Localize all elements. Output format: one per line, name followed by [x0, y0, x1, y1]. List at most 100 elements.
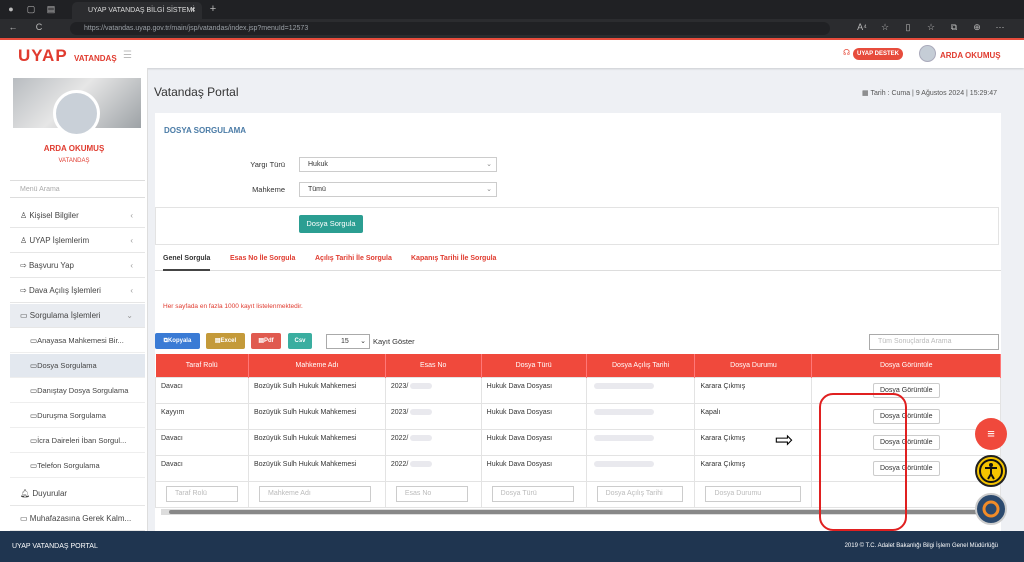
filter-taraf-input[interactable]: Taraf Rolü: [166, 486, 238, 502]
col-dosya-durumu[interactable]: Dosya Durumu: [694, 354, 813, 377]
chat-assistant-button[interactable]: [975, 493, 1007, 525]
col-taraf-rolu[interactable]: Taraf Rolü: [155, 354, 249, 377]
tab-kapanis-tarihi[interactable]: Kapanış Tarihi İle Sorgula: [411, 249, 496, 271]
sidebar-item-uyap[interactable]: ♙ UYAP İşlemlerim ‹: [10, 229, 145, 253]
sidebar-item-muhafaza[interactable]: ▭ Muhafazasına Gerek Kalm...: [10, 507, 145, 531]
floating-menu-button[interactable]: ≡: [975, 418, 1007, 450]
sidebar-item-kisisel[interactable]: ♙ Kişisel Bilgiler ‹: [10, 204, 145, 228]
user-avatar[interactable]: [919, 45, 936, 62]
accessibility-button[interactable]: [975, 455, 1007, 487]
csv-button[interactable]: Csv: [288, 333, 312, 349]
pdf-button[interactable]: ▤Pdf: [251, 333, 281, 349]
user-icon: ♙: [20, 211, 30, 220]
sidebar-item-label: Kişisel Bilgiler: [29, 211, 79, 220]
uyap-logo[interactable]: UYAP: [18, 46, 68, 66]
menu-search-input[interactable]: Menü Arama: [10, 180, 145, 198]
extension-icon[interactable]: ⊕: [970, 22, 984, 33]
sidebar-item-basvuru[interactable]: ⇨ Başvuru Yap ‹: [10, 254, 145, 278]
close-tab-icon[interactable]: ✕: [190, 2, 196, 19]
split-screen-icon[interactable]: ▯: [901, 22, 915, 33]
menu-toggle-icon[interactable]: ☰: [123, 50, 132, 61]
submenu-label: Anayasa Mahkemesi Bir...: [37, 336, 124, 345]
submenu-icra-iban[interactable]: ▭İcra Daireleri İban Sorgul...: [10, 429, 145, 453]
submenu-anayasa[interactable]: ▭Anayasa Mahkemesi Bir...: [10, 329, 145, 353]
esas-text: 2023/: [390, 408, 409, 416]
sidebar-item-dava[interactable]: ⇨ Dava Açılış İşlemleri ‹: [10, 279, 145, 303]
sidebar-item-duyurular[interactable]: 🔔︎ Duyurular: [10, 482, 145, 506]
col-dosya-goruntule[interactable]: Dosya Görüntüle: [811, 354, 1001, 377]
global-search-input[interactable]: Tüm Sonuçlarda Arama: [869, 334, 999, 350]
headset-icon: ☊: [843, 48, 851, 57]
read-aloud-icon[interactable]: A⁴: [855, 22, 869, 33]
filter-tarih-input[interactable]: Dosya Açılış Tarihi: [596, 486, 683, 502]
query-tabs: Genel Sorgula Esas No İle Sorgula Açılış…: [155, 249, 1001, 271]
esas-text: 2022/: [390, 434, 409, 442]
redacted-mark: [593, 382, 654, 389]
csv-label: Csv: [294, 338, 306, 344]
cell-esas: 2023/: [384, 376, 482, 404]
yargi-value: Hukuk: [308, 161, 328, 168]
page-size-select[interactable]: 15 ⌄: [326, 334, 370, 349]
col-dosya-turu[interactable]: Dosya Türü: [481, 354, 587, 377]
favorites-icon[interactable]: ☆: [924, 22, 938, 33]
filter-tur-input[interactable]: Dosya Türü: [491, 486, 574, 502]
cell-esas: 2022/: [384, 454, 482, 482]
redacted-mark: [410, 434, 433, 441]
submenu-durusma[interactable]: ▭Duruşma Sorgulama: [10, 404, 145, 428]
mahkeme-select[interactable]: Tümü ⌄: [299, 182, 497, 197]
table-header-row: Taraf Rolü Mahkeme Adı Esas No Dosya Tür…: [155, 354, 1001, 377]
cell-taraf: Davacı: [155, 428, 249, 456]
browser-toolbar: A⁴ ☆ ▯ ☆ ⧉ ⊕ ⋯: [855, 22, 1007, 33]
tab-acilis-tarihi[interactable]: Açılış Tarihi İle Sorgula: [315, 249, 392, 271]
cell-taraf: Kayyım: [155, 402, 249, 430]
col-esas-no[interactable]: Esas No: [385, 354, 482, 377]
browser-tab[interactable]: UYAP VATANDAŞ BİLGİ SİSTEMİ ✕: [72, 2, 202, 19]
more-icon[interactable]: ⋯: [993, 22, 1007, 33]
reload-icon[interactable]: C: [32, 22, 46, 32]
filter-durum-input[interactable]: Dosya Durumu: [705, 486, 802, 502]
submenu-label: İcra Daireleri İban Sorgul...: [37, 436, 127, 445]
submenu-telefon[interactable]: ▭Telefon Sorgulama: [10, 454, 145, 478]
page-size-label: Kayıt Göster: [373, 337, 415, 346]
sidebar-item-sorgulama[interactable]: ▭ Sorgulama İşlemleri ⌄: [10, 304, 145, 328]
dosya-sorgula-button[interactable]: Dosya Sorgula: [299, 215, 363, 233]
chevron-down-icon: ⌄: [486, 186, 492, 193]
chevron-down-icon: ⌄: [360, 338, 366, 345]
support-button[interactable]: UYAP DESTEK: [853, 48, 903, 60]
submenu-dosya-sorgulama[interactable]: ▭Dosya Sorgulama: [10, 354, 145, 378]
filter-cell: Esas No: [384, 480, 482, 508]
sidebar-item-label: Başvuru Yap: [28, 261, 75, 270]
workspaces-icon[interactable]: ▢: [24, 4, 38, 15]
users-icon: ♙: [20, 236, 30, 245]
tab-actions-icon[interactable]: ▤: [44, 4, 58, 15]
profile-icon[interactable]: ●: [4, 4, 18, 14]
col-acilis-tarihi[interactable]: Dosya Açılış Tarihi: [586, 354, 696, 377]
excel-button[interactable]: ▤Excel: [206, 333, 245, 349]
chevron-left-icon: ‹: [130, 211, 133, 220]
assistant-icon: [982, 500, 1000, 518]
submenu-danistay[interactable]: ▭Danıştay Dosya Sorgulama: [10, 379, 145, 403]
url-field[interactable]: https://vatandas.uyap.gov.tr/main/jsp/va…: [70, 22, 830, 35]
logo-subtitle: VATANDAŞ: [74, 54, 117, 63]
col-mahkeme-adi[interactable]: Mahkeme Adı: [248, 354, 386, 377]
chevron-left-icon: ‹: [130, 261, 133, 270]
chevron-left-icon: ‹: [130, 236, 133, 245]
user-name[interactable]: ARDA OKUMUŞ: [940, 51, 1001, 60]
page-size-value: 15: [341, 338, 349, 345]
yargi-select[interactable]: Hukuk ⌄: [299, 157, 497, 172]
favorite-icon[interactable]: ☆: [878, 22, 892, 33]
submenu-label: Telefon Sorgulama: [37, 461, 100, 470]
filter-esas-input[interactable]: Esas No: [395, 486, 468, 502]
filter-mahkeme-input[interactable]: Mahkeme Adı: [259, 486, 371, 502]
footer-left: UYAP VATANDAŞ PORTAL: [12, 543, 98, 550]
tab-genel-sorgula[interactable]: Genel Sorgula: [163, 249, 211, 271]
sidebar-item-label: Muhafazasına Gerek Kalm...: [29, 514, 132, 523]
collections-icon[interactable]: ⧉: [947, 22, 961, 33]
back-icon[interactable]: ←: [6, 22, 20, 32]
cell-tarih: [585, 402, 696, 430]
new-tab-button[interactable]: +: [206, 3, 220, 15]
copy-button[interactable]: ⧉Kopyala: [155, 333, 200, 349]
tab-esas-no[interactable]: Esas No İle Sorgula: [230, 249, 295, 271]
cell-esas: 2022/: [384, 428, 482, 456]
mahkeme-label: Mahkeme: [252, 185, 285, 194]
